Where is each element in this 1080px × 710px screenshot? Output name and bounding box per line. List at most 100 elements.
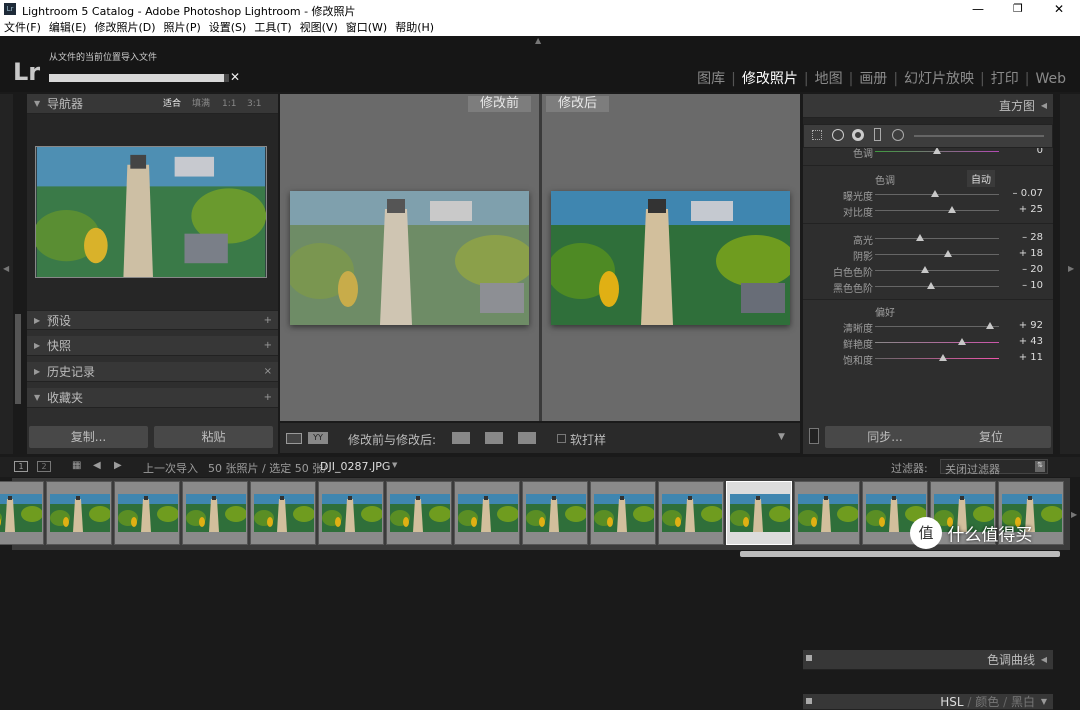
filename-dropdown-icon[interactable]: ▼ xyxy=(392,461,397,469)
presence-slider-track[interactable] xyxy=(875,270,999,271)
after-image[interactable] xyxy=(551,191,790,325)
collapse-icon[interactable]: ◀ xyxy=(1041,94,1047,118)
soft-proof-checkbox[interactable] xyxy=(557,434,566,443)
collections-header[interactable]: ▼ 收藏夹 + xyxy=(27,388,278,408)
swap-before-after-icon[interactable] xyxy=(518,432,536,444)
zoom-3-1[interactable]: 3:1 xyxy=(247,94,261,114)
zoom-1-1[interactable]: 1:1 xyxy=(222,94,236,114)
sync-toggle-icon[interactable] xyxy=(809,428,819,444)
left-edge[interactable]: ◀ xyxy=(0,94,21,454)
copy-button[interactable]: 复制... xyxy=(29,426,148,448)
presence-slider-knob[interactable] xyxy=(944,250,953,257)
hsl-header[interactable]: HSL / 颜色 / 黑白 ▼ xyxy=(803,694,1053,710)
add-preset-icon[interactable]: + xyxy=(264,311,272,331)
monitor-1-icon[interactable]: 1 xyxy=(14,461,28,472)
filmstrip-thumbnail[interactable] xyxy=(386,481,452,545)
menu-file[interactable]: 文件(F) xyxy=(0,19,45,36)
crop-tool-icon[interactable] xyxy=(812,130,822,140)
source-label[interactable]: 上一次导入 xyxy=(143,460,198,476)
compare-view-icon[interactable]: YY xyxy=(308,432,328,444)
reset-button[interactable]: 复位 xyxy=(931,426,1051,448)
menu-photo[interactable]: 照片(P) xyxy=(160,19,205,36)
panel-toggle-icon[interactable] xyxy=(806,698,812,704)
pref-slider-track[interactable] xyxy=(875,342,999,343)
presence-slider-knob[interactable] xyxy=(915,234,924,241)
tone-slider-track[interactable] xyxy=(875,210,999,211)
close-button[interactable]: ✕ xyxy=(1054,2,1064,16)
sync-button[interactable]: 同步... xyxy=(825,426,945,448)
pref-slider-knob[interactable] xyxy=(957,338,966,345)
right-edge[interactable]: ▶ xyxy=(1060,94,1080,454)
menu-edit[interactable]: 编辑(E) xyxy=(45,19,91,36)
paste-button[interactable]: 粘贴 xyxy=(154,426,273,448)
filmstrip-thumbnail[interactable] xyxy=(454,481,520,545)
presence-slider-track[interactable] xyxy=(875,238,999,239)
filmstrip-thumbnail[interactable] xyxy=(250,481,316,545)
right-collapse-icon[interactable]: ▶ xyxy=(1068,264,1074,273)
filmstrip-thumbnail[interactable] xyxy=(726,481,792,545)
brush-slider[interactable] xyxy=(914,135,1044,137)
filmstrip-thumbnail[interactable] xyxy=(318,481,384,545)
color-tab[interactable]: 颜色 xyxy=(975,695,999,709)
presence-slider-knob[interactable] xyxy=(926,282,935,289)
left-collapse-icon[interactable]: ◀ xyxy=(3,264,9,273)
graduated-filter-icon[interactable] xyxy=(874,128,881,141)
module-library[interactable]: 图库 xyxy=(691,68,731,88)
presets-header[interactable]: ▶ 预设 + xyxy=(27,310,278,330)
cancel-import-icon[interactable]: ✕ xyxy=(230,70,240,84)
menu-develop[interactable]: 修改照片(D) xyxy=(90,19,159,36)
module-slideshow[interactable]: 幻灯片放映 xyxy=(898,68,980,88)
spot-removal-icon[interactable] xyxy=(832,129,844,141)
menu-tools[interactable]: 工具(T) xyxy=(250,19,295,36)
copy-before-to-after-icon[interactable] xyxy=(452,432,470,444)
zoom-fill[interactable]: 填满 xyxy=(192,94,210,114)
filmstrip-thumbnail[interactable] xyxy=(182,481,248,545)
module-print[interactable]: 打印 xyxy=(985,68,1025,88)
pref-slider-knob[interactable] xyxy=(986,322,995,329)
auto-tone-button[interactable]: 自动 xyxy=(967,170,995,187)
clear-history-icon[interactable]: × xyxy=(264,362,272,382)
back-arrow-icon[interactable]: ◀ xyxy=(93,460,101,471)
loupe-view-icon[interactable] xyxy=(286,433,302,444)
module-develop[interactable]: 修改照片 xyxy=(736,68,804,88)
tint-knob[interactable] xyxy=(933,148,941,154)
pref-slider-track[interactable] xyxy=(875,358,999,359)
tone-slider-knob[interactable] xyxy=(947,206,956,213)
forward-arrow-icon[interactable]: ▶ xyxy=(114,460,122,471)
menu-settings[interactable]: 设置(S) xyxy=(205,19,251,36)
snapshots-header[interactable]: ▶ 快照 + xyxy=(27,336,278,356)
tone-slider-knob[interactable] xyxy=(930,190,939,197)
left-scrollbar[interactable] xyxy=(15,314,21,404)
panel-collapse-top[interactable]: ▲ xyxy=(535,36,541,45)
filmstrip-thumbnail[interactable] xyxy=(114,481,180,545)
grid-icon[interactable]: ▦ xyxy=(72,460,81,471)
radial-filter-icon[interactable] xyxy=(892,129,904,141)
toolbar-menu-icon[interactable]: ▼ xyxy=(778,432,785,442)
panel-toggle-icon[interactable] xyxy=(806,655,812,661)
history-header[interactable]: ▶ 历史记录 × xyxy=(27,362,278,382)
expand-icon[interactable]: ▼ xyxy=(1041,694,1047,709)
monitor-2-icon[interactable]: 2 xyxy=(37,461,51,472)
hsl-tab[interactable]: HSL xyxy=(940,695,963,709)
filmstrip-thumbnail[interactable] xyxy=(0,481,44,545)
red-eye-icon[interactable] xyxy=(852,129,864,141)
add-snapshot-icon[interactable]: + xyxy=(264,336,272,356)
maximize-button[interactable]: ❐ xyxy=(1013,2,1023,15)
bw-tab[interactable]: 黑白 xyxy=(1011,695,1035,709)
filter-dropdown-icon[interactable]: ⇅ xyxy=(1035,461,1045,472)
add-collection-icon[interactable]: + xyxy=(264,388,272,408)
filmstrip-thumbnail[interactable] xyxy=(590,481,656,545)
collapse-icon[interactable]: ◀ xyxy=(1041,650,1047,670)
filter-select[interactable]: 关闭过滤器 ⇅ xyxy=(940,459,1048,476)
navigator-preview[interactable] xyxy=(27,114,278,310)
pref-slider-track[interactable] xyxy=(875,326,999,327)
navigator-header[interactable]: ▼ 导航器 适合 填满 1:1 3:1 xyxy=(27,94,278,114)
tone-curve-header[interactable]: 色调曲线 ◀ xyxy=(803,650,1053,670)
pref-slider-knob[interactable] xyxy=(939,354,948,361)
copy-after-to-before-icon[interactable] xyxy=(485,432,503,444)
filmstrip-thumbnail[interactable] xyxy=(522,481,588,545)
presence-slider-track[interactable] xyxy=(875,254,999,255)
filename-label[interactable]: DJI_0287.JPG xyxy=(320,460,390,473)
minimize-button[interactable]: — xyxy=(972,2,984,16)
presence-slider-track[interactable] xyxy=(875,286,999,287)
